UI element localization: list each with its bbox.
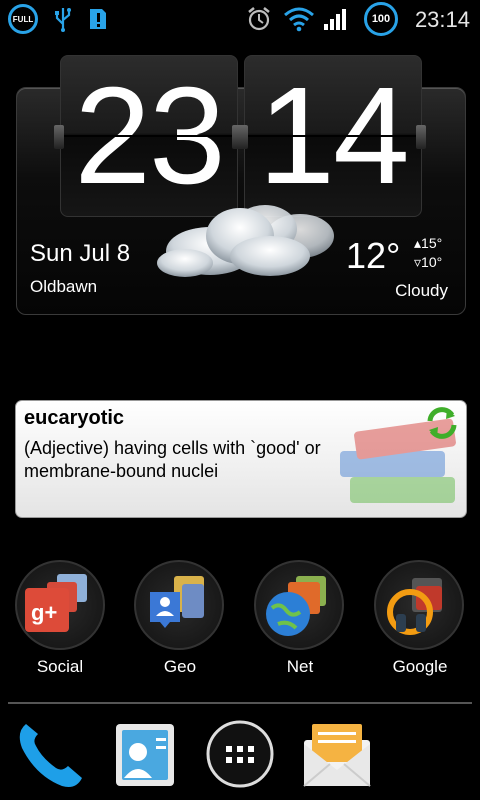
cloudy-weather-icon[interactable] [150,191,350,291]
low-temperature: ▿10° [414,254,443,270]
battery-left-label: FULL [12,14,34,24]
folder-label-social: Social [36,657,84,676]
google-folder-icon [387,578,442,635]
clock-weather-widget[interactable]: 23 14 Sun Jul 8 Oldbawn 12° ▴15° ▿10° Cl… [16,55,466,315]
flip-hinge-left [54,125,64,149]
battery-percent-icon: 100 [364,2,398,36]
app-drawer-icon[interactable] [204,718,276,790]
geo-folder-icon [150,576,204,628]
dock-divider [8,702,472,704]
alarm-icon [248,7,270,31]
signal-icon [324,9,346,30]
folder-label-net: Net [286,657,314,676]
flip-hinge-right [416,125,426,149]
folder-google[interactable] [374,560,464,650]
refresh-icon[interactable] [424,405,460,441]
usb-icon [55,8,71,32]
folder-social[interactable]: g+ [15,560,105,650]
status-time: 23:14 [414,7,470,32]
folder-geo[interactable] [134,560,224,650]
messaging-icon[interactable] [300,718,374,792]
battery-right-label: 100 [371,13,391,25]
folder-net[interactable] [254,560,344,650]
current-temperature: 12° [346,235,401,276]
folder-label-geo: Geo [163,657,197,676]
wifi-icon [284,7,314,32]
word-of-day-widget[interactable]: eucaryotic (Adjective) having cells with… [15,400,467,518]
weather-condition: Cloudy [395,281,448,300]
battery-full-icon: FULL [8,4,38,34]
word-title: eucaryotic [24,407,125,429]
social-folder-icon: g+ [25,574,87,632]
flip-hinge-center-right [238,125,248,149]
folder-label-google: Google [392,657,448,676]
weather-date: Sun Jul 8 [30,240,131,267]
high-temperature: ▴15° [414,235,443,251]
notification-alert-icon [90,9,106,29]
phone-icon[interactable] [12,718,86,792]
word-definition: (Adjective) having cells with `good' or … [24,438,321,481]
status-bar[interactable]: FULL 100 23:14 [0,0,480,38]
weather-location: Oldbawn [30,277,98,296]
svg-text:g+: g+ [31,600,57,625]
net-folder-icon [266,576,326,636]
contacts-icon[interactable] [108,718,182,792]
